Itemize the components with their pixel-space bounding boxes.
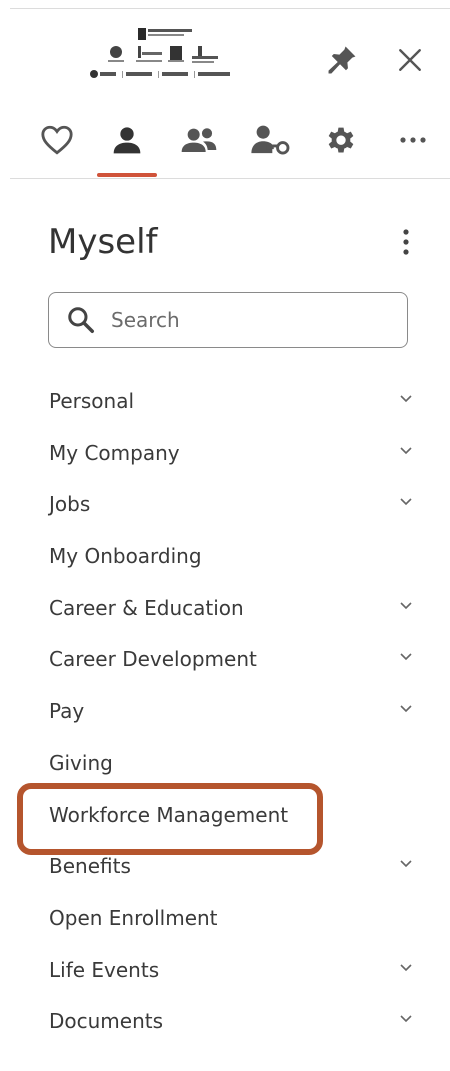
menu-item-open-enrollment[interactable]: Open Enrollment	[0, 893, 450, 945]
search-input[interactable]	[109, 307, 393, 333]
myself-menu: Personal My Company Jobs My Onboarding C…	[0, 376, 450, 1048]
menu-item-label: My Company	[49, 440, 180, 465]
menu-item-label: Open Enrollment	[49, 905, 218, 930]
active-tab-indicator	[97, 173, 157, 177]
menu-item-label: Jobs	[49, 492, 91, 517]
vertical-ellipsis-icon	[403, 229, 409, 255]
chevron-down-icon	[400, 447, 412, 454]
company-logo-icon	[90, 28, 230, 78]
page-title: Myself	[48, 222, 158, 262]
menu-item-my-company[interactable]: My Company	[0, 428, 450, 480]
tab-more[interactable]	[381, 110, 445, 170]
chevron-down-icon	[400, 860, 412, 868]
menu-item-label: My Onboarding	[49, 544, 202, 569]
tab-settings[interactable]	[309, 110, 373, 170]
menu-item-life-events[interactable]: Life Events	[0, 945, 450, 997]
close-button[interactable]	[390, 42, 430, 78]
menu-item-label: Career Development	[49, 647, 257, 672]
person-key-icon	[251, 125, 290, 155]
chevron-down-icon	[400, 498, 412, 506]
menu-item-workforce-management[interactable]: Workforce Management	[0, 790, 450, 842]
search-icon	[63, 302, 99, 338]
tab-security[interactable]	[239, 110, 303, 170]
tab-myself[interactable]	[95, 110, 159, 170]
menu-item-jobs[interactable]: Jobs	[0, 479, 450, 531]
chevron-down-icon	[400, 963, 412, 971]
section-options-button[interactable]	[392, 224, 420, 260]
menu-item-personal[interactable]: Personal	[0, 376, 450, 428]
chevron-down-icon	[400, 1015, 412, 1023]
menu-item-label: Benefits	[49, 854, 131, 879]
chevron-down-icon	[400, 653, 412, 661]
menu-item-career-development[interactable]: Career Development	[0, 634, 450, 686]
chevron-down-icon	[400, 602, 412, 609]
person-icon	[113, 127, 141, 154]
menu-item-benefits[interactable]: Benefits	[0, 841, 450, 893]
company-logo	[86, 24, 246, 84]
ellipsis-icon	[400, 137, 426, 143]
chevron-down-icon	[400, 395, 412, 403]
menu-item-label: Documents	[49, 1009, 164, 1034]
menu-item-career-education[interactable]: Career & Education	[0, 583, 450, 635]
tab-favorites[interactable]	[25, 110, 89, 170]
menu-item-label: Pay	[49, 699, 85, 724]
menu-item-label: Life Events	[49, 957, 160, 982]
search-box[interactable]	[48, 292, 408, 348]
tab-my-team[interactable]	[167, 110, 231, 170]
pin-icon	[328, 46, 356, 74]
chevron-down-icon	[400, 705, 412, 713]
people-icon	[181, 128, 217, 152]
tab-bar	[25, 110, 445, 177]
menu-item-label: Personal	[49, 389, 135, 413]
heart-icon	[41, 125, 73, 155]
menu-item-giving[interactable]: Giving	[0, 738, 450, 790]
menu-item-label: Giving	[49, 750, 113, 775]
tab-divider	[10, 178, 450, 179]
pin-button[interactable]	[322, 42, 362, 78]
close-icon	[399, 49, 421, 71]
menu-item-documents[interactable]: Documents	[0, 996, 450, 1048]
menu-item-pay[interactable]: Pay	[0, 686, 450, 738]
menu-item-label: Workforce Management	[49, 802, 289, 827]
gear-icon	[328, 127, 354, 153]
menu-item-my-onboarding[interactable]: My Onboarding	[0, 531, 450, 583]
top-divider	[10, 8, 450, 9]
menu-item-label: Career & Education	[49, 595, 244, 620]
